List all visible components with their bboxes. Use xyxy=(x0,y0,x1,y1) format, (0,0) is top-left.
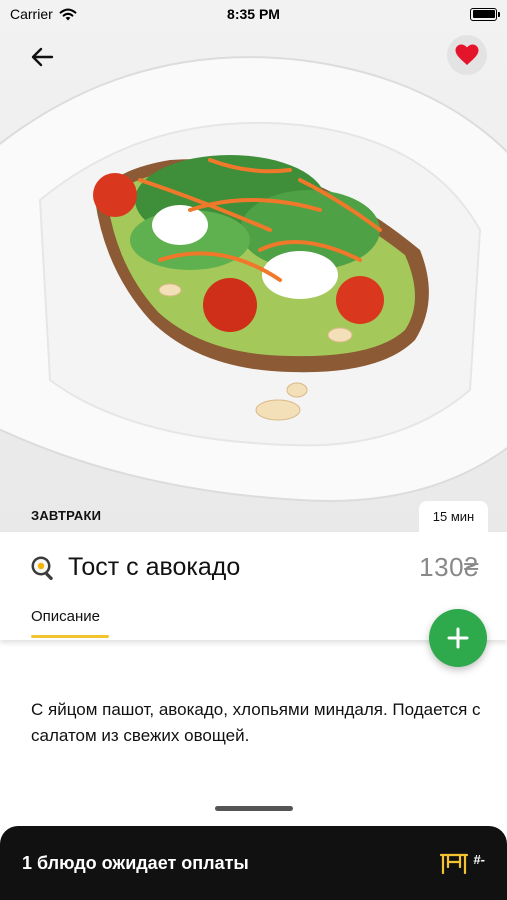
dish-category: ЗАВТРАКИ xyxy=(31,508,102,523)
dish-photo-illustration xyxy=(0,56,507,502)
tab-active-indicator xyxy=(31,635,109,638)
frying-pan-egg-icon xyxy=(31,556,53,580)
table-indicator[interactable]: #- xyxy=(439,851,485,875)
dish-info-card: Тост с авокадо 130₴ Описание xyxy=(0,532,507,640)
pending-payment-message: 1 блюдо ожидает оплаты xyxy=(22,852,249,873)
table-icon xyxy=(440,853,469,875)
favorite-button[interactable] xyxy=(447,35,487,75)
status-bar: Carrier 8:35 PM xyxy=(0,0,507,28)
plus-icon xyxy=(447,627,469,649)
cook-time-badge: 15 мин xyxy=(419,501,488,532)
dish-title: Тост с авокадо xyxy=(68,553,241,581)
sheet-handle[interactable] xyxy=(215,806,293,811)
dish-price: 130₴ xyxy=(419,552,479,582)
table-number: #- xyxy=(473,851,485,867)
wifi-icon xyxy=(59,8,77,20)
battery-icon xyxy=(470,7,500,21)
clock: 8:35 PM xyxy=(227,6,280,22)
dish-description: С яйцом пашот, авокадо, хлопьями миндаля… xyxy=(31,700,481,745)
dish-photo xyxy=(0,0,507,532)
pending-payment-bar[interactable]: 1 блюдо ожидает оплаты #- xyxy=(0,826,507,900)
carrier-label: Carrier xyxy=(10,6,53,22)
back-button[interactable] xyxy=(22,40,62,74)
tab-description[interactable]: Описание xyxy=(31,608,100,625)
arrow-left-icon xyxy=(31,47,54,67)
dish-title-row: Тост с авокадо 130₴ xyxy=(30,552,479,583)
add-to-order-button[interactable] xyxy=(429,609,487,667)
heart-icon xyxy=(455,44,479,65)
